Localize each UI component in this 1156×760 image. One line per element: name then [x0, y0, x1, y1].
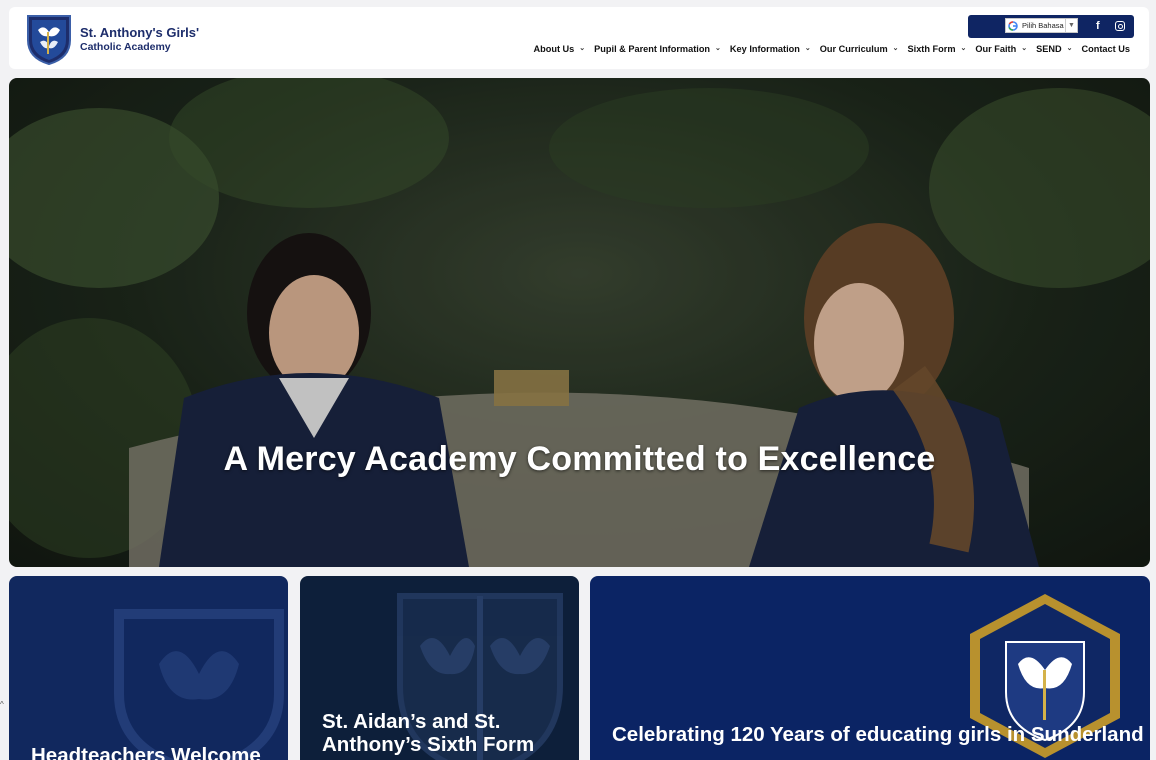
card-title: St. Aidan’s and St. Anthony’s Sixth Form: [322, 710, 535, 756]
chevron-down-icon: ⌄: [960, 45, 967, 52]
chevron-down-icon: ⌄: [715, 45, 721, 52]
nav-label: Key Information: [729, 44, 800, 54]
nav-item-pupil-parent-information[interactable]: Pupil & Parent Information ⌄: [594, 44, 721, 54]
hero-photo: [9, 78, 1150, 567]
google-icon: [1008, 20, 1018, 31]
chevron-down-icon: ⌄: [892, 45, 899, 52]
chevron-down-icon: ⌄: [804, 45, 811, 52]
card-sixth-form[interactable]: St. Aidan’s and St. Anthony’s Sixth Form: [300, 576, 579, 760]
language-select-label: Pilih Bahasa: [1022, 21, 1064, 30]
main-navigation: About Us ⌄ Pupil & Parent Information ⌄ …: [524, 44, 1130, 54]
nav-label: Our Faith: [975, 44, 1017, 54]
instagram-icon[interactable]: [1115, 21, 1125, 31]
chevron-down-icon: ⌄: [579, 45, 586, 52]
nav-label: Sixth Form: [907, 44, 956, 54]
utility-bar: Pilih Bahasa ▼ f: [968, 15, 1134, 38]
chevron-down-icon: ⌄: [1066, 45, 1073, 52]
nav-label: Contact Us: [1081, 44, 1131, 54]
crest-watermark: [114, 609, 284, 760]
school-name-line2: Catholic Academy: [80, 40, 171, 53]
chevron-down-icon: ⌄: [1021, 45, 1028, 52]
nav-item-about-us[interactable]: About Us ⌄: [533, 44, 585, 54]
hero-banner: A Mercy Academy Committed to Excellence: [9, 78, 1150, 567]
site-header: St. Anthony's Girls' Catholic Academy Pi…: [9, 7, 1149, 69]
nav-item-sixth-form[interactable]: Sixth Form ⌄: [908, 44, 967, 54]
nav-item-contact-us[interactable]: Contact Us: [1082, 44, 1131, 54]
school-crest-icon: [27, 15, 71, 66]
school-logo[interactable]: St. Anthony's Girls' Catholic Academy: [24, 12, 199, 66]
card-headteachers-welcome[interactable]: Headteachers Welcome: [9, 576, 288, 760]
nav-item-our-faith[interactable]: Our Faith ⌄: [975, 44, 1027, 54]
nav-label: Our Curriculum: [819, 44, 888, 54]
nav-label: Pupil & Parent Information: [594, 44, 711, 54]
hero-title: A Mercy Academy Committed to Excellence: [223, 440, 936, 478]
scroll-indicator: ^: [0, 700, 4, 709]
card-120-years[interactable]: Celebrating 120 Years of educating girls…: [590, 576, 1150, 760]
nav-label: SEND: [1036, 44, 1062, 54]
language-select[interactable]: Pilih Bahasa ▼: [1005, 18, 1078, 33]
facebook-icon[interactable]: f: [1096, 19, 1100, 33]
dropdown-arrow-icon: ▼: [1065, 19, 1077, 32]
nav-item-our-curriculum[interactable]: Our Curriculum ⌄: [820, 44, 899, 54]
nav-item-key-information[interactable]: Key Information ⌄: [730, 44, 811, 54]
card-title: Celebrating 120 Years of educating girls…: [612, 723, 1144, 746]
nav-item-send[interactable]: SEND ⌄: [1036, 44, 1072, 54]
nav-label: About Us: [533, 44, 575, 54]
school-name-line1: St. Anthony's Girls': [80, 24, 200, 40]
card-title: Headteachers Welcome: [31, 744, 261, 760]
